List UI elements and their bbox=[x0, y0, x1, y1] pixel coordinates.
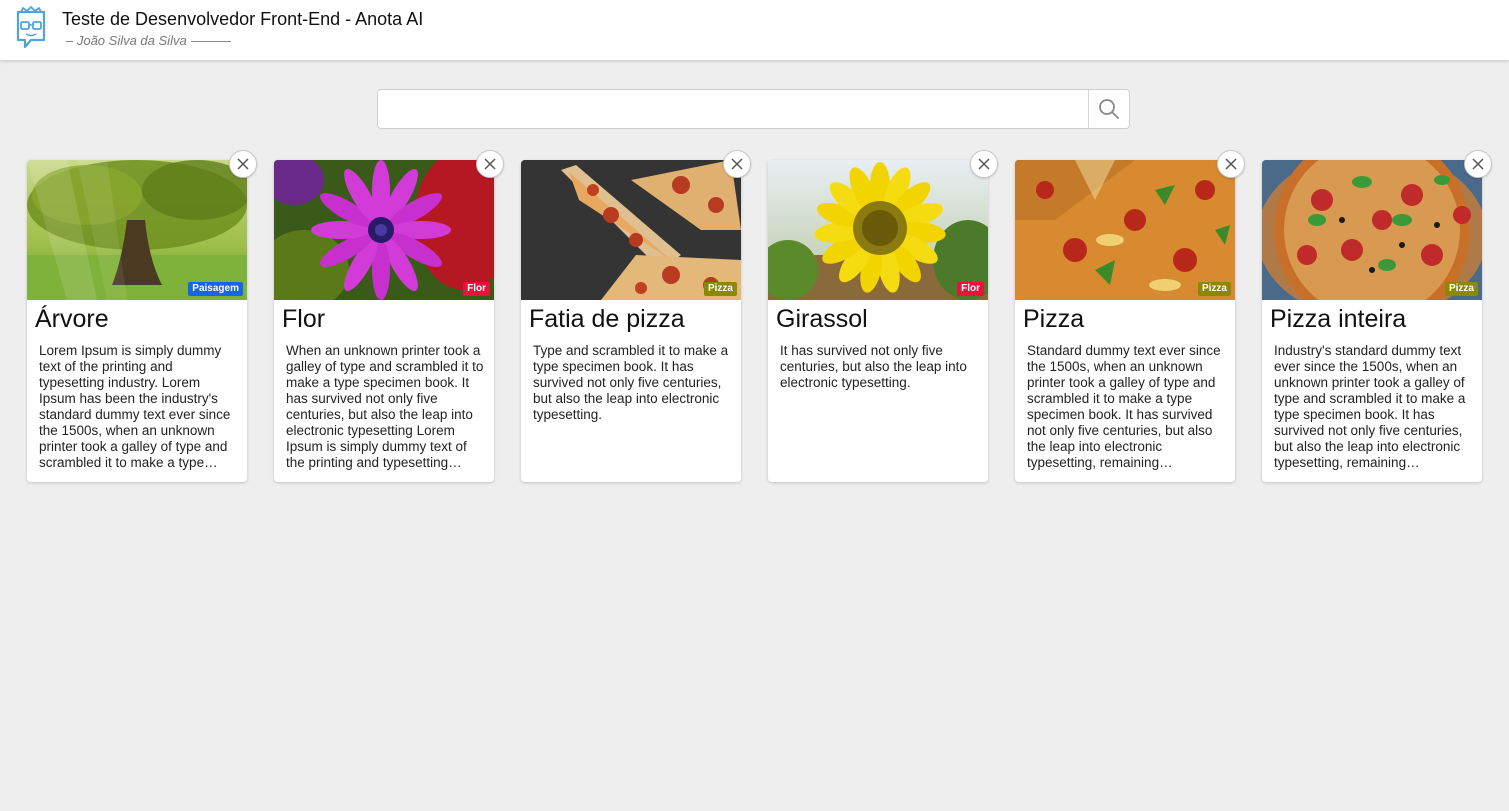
close-icon bbox=[731, 158, 743, 170]
card-description: Industry's standard dummy text ever sinc… bbox=[1274, 343, 1466, 470]
card[interactable]: Pizza Pizza Standard dummy text ever sin… bbox=[1015, 150, 1245, 482]
card-title: Árvore bbox=[35, 305, 109, 333]
app-subtitle: – João Silva da Silva bbox=[66, 33, 231, 48]
card-description: It has survived not only five centuries,… bbox=[780, 343, 967, 390]
card[interactable]: Paisagem Árvore Lorem Ipsum is simply du… bbox=[27, 150, 257, 482]
card[interactable]: Flor Flor When an unknown printer took a… bbox=[274, 150, 504, 482]
card-title: Fatia de pizza bbox=[529, 305, 685, 333]
close-icon bbox=[237, 158, 249, 170]
card-title: Pizza bbox=[1023, 305, 1085, 333]
search-icon bbox=[1099, 99, 1119, 119]
card-description: Lorem Ipsum is simply dummy text of the … bbox=[39, 343, 231, 470]
app-title: Teste de Desenvolvedor Front-End - Anota… bbox=[62, 9, 424, 29]
card[interactable]: Pizza Fatia de pizza Type and scrambled … bbox=[521, 150, 751, 482]
search-box bbox=[377, 89, 1130, 129]
category-badge: Flor bbox=[463, 282, 490, 296]
category-badge: Flor bbox=[957, 282, 984, 296]
category-badge: Paisagem bbox=[188, 282, 243, 296]
card-image: Pizza bbox=[521, 160, 741, 300]
card[interactable]: Pizza Pizza inteira Industry's standard … bbox=[1262, 150, 1492, 482]
search-button[interactable] bbox=[1088, 90, 1129, 128]
close-icon bbox=[1472, 158, 1484, 170]
remove-card-button[interactable] bbox=[476, 150, 504, 178]
close-icon bbox=[978, 158, 990, 170]
category-badge: Pizza bbox=[1197, 282, 1231, 296]
card-image: Flor bbox=[274, 160, 494, 300]
card-title: Pizza inteira bbox=[1270, 305, 1407, 333]
search-input[interactable] bbox=[378, 90, 1091, 128]
card[interactable]: Flor Girassol It has survived not only f… bbox=[768, 150, 998, 482]
subtitle-divider bbox=[190, 41, 231, 43]
category-badge: Pizza bbox=[1444, 282, 1478, 296]
card-image: Pizza bbox=[1262, 160, 1482, 300]
author-name: – João Silva da Silva bbox=[66, 33, 187, 48]
logo-icon bbox=[16, 6, 46, 49]
remove-card-button[interactable] bbox=[970, 150, 998, 178]
card-image: Pizza bbox=[1015, 160, 1235, 300]
card-title: Flor bbox=[282, 305, 326, 333]
card-description: When an unknown printer took a galley of… bbox=[286, 343, 484, 470]
card-description: Standard dummy text ever since the 1500s… bbox=[1027, 343, 1221, 470]
card-title: Girassol bbox=[776, 305, 868, 333]
card-list: Paisagem Árvore Lorem Ipsum is simply du… bbox=[27, 150, 1492, 490]
category-badge: Pizza bbox=[703, 282, 737, 296]
card-description: Type and scrambled it to make a type spe… bbox=[533, 343, 729, 422]
card-image: Paisagem bbox=[27, 160, 247, 300]
close-icon bbox=[1225, 158, 1237, 170]
card-image: Flor bbox=[768, 160, 988, 300]
close-icon bbox=[484, 158, 496, 170]
remove-card-button[interactable] bbox=[1217, 150, 1245, 178]
remove-card-button[interactable] bbox=[723, 150, 751, 178]
remove-card-button[interactable] bbox=[1464, 150, 1492, 178]
app-header: Teste de Desenvolvedor Front-End - Anota… bbox=[0, 0, 1509, 60]
remove-card-button[interactable] bbox=[229, 150, 257, 178]
